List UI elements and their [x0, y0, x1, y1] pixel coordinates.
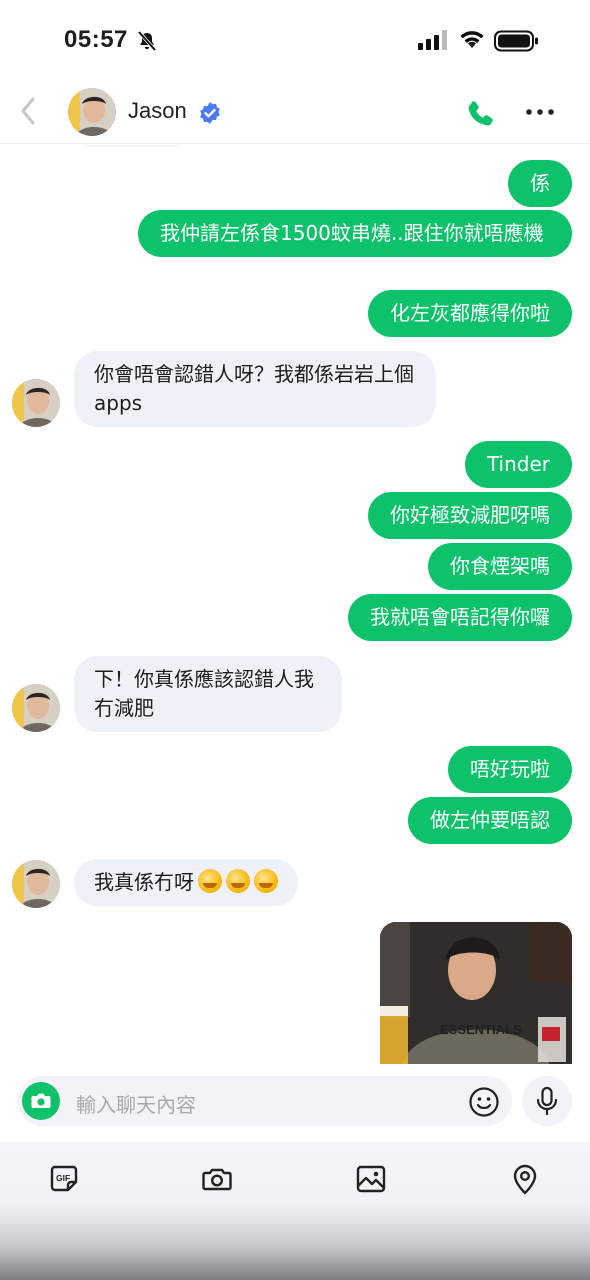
- message-text: 我真係冇呀: [94, 870, 194, 894]
- back-chevron-icon[interactable]: [14, 94, 44, 128]
- chat-messages[interactable]: 係 我仲請左係食1500蚊串燒..跟住你就唔應機 化左灰都應得你啦 你會唔會認錯…: [0, 145, 590, 1065]
- photo-shirt-text: ESSENTIALS: [440, 1022, 522, 1037]
- gif-label: GIF: [56, 1173, 70, 1183]
- message-incoming[interactable]: 你會唔會認錯人呀？我都係岩岩上個apps: [74, 351, 436, 427]
- status-time: 05:57: [64, 26, 128, 53]
- contact-avatar-small[interactable]: [12, 860, 60, 908]
- attachment-toolbar: GIF: [0, 1142, 590, 1280]
- message-incoming[interactable]: 下！你真係應該認錯人我冇減肥: [74, 656, 342, 732]
- message-outgoing[interactable]: 唔好玩啦: [448, 746, 572, 793]
- message-incoming[interactable]: 我真係冇呀: [74, 859, 298, 906]
- battery-icon: [494, 30, 538, 52]
- wifi-icon: [460, 31, 484, 48]
- location-pin-icon[interactable]: [508, 1162, 542, 1196]
- message-outgoing[interactable]: 我就唔會唔記得你囉: [348, 594, 572, 641]
- message-input[interactable]: 輸入聊天內容: [18, 1076, 512, 1126]
- melting-face-emoji: [254, 869, 278, 893]
- contact-avatar[interactable]: [68, 88, 116, 136]
- contact-avatar-small[interactable]: [12, 684, 60, 732]
- melting-face-emoji: [226, 869, 250, 893]
- message-outgoing[interactable]: 做左仲要唔認: [408, 797, 572, 844]
- message-outgoing[interactable]: 化左灰都應得你啦: [368, 290, 572, 337]
- camera-icon[interactable]: [200, 1162, 234, 1196]
- status-bar: 05:57: [0, 0, 590, 84]
- chat-header: Jason: [0, 84, 590, 144]
- phone-call-icon[interactable]: [464, 98, 496, 130]
- contact-name[interactable]: Jason: [128, 98, 187, 124]
- message-outgoing[interactable]: 你食煙架嗎: [428, 543, 572, 590]
- message-photo[interactable]: ESSENTIALS: [380, 922, 572, 1065]
- camera-button[interactable]: [22, 1082, 60, 1120]
- cellular-signal-icon: [418, 30, 447, 50]
- melting-face-emoji: [198, 869, 222, 893]
- verified-badge-icon: [200, 102, 220, 124]
- camera-icon: [31, 1093, 51, 1108]
- message-outgoing[interactable]: 我仲請左係食1500蚊串燒..跟住你就唔應機: [138, 210, 572, 257]
- smiley-icon[interactable]: [468, 1086, 500, 1118]
- input-placeholder: 輸入聊天內容: [76, 1093, 196, 1117]
- microphone-icon: [536, 1086, 558, 1116]
- contact-avatar-small[interactable]: [12, 379, 60, 427]
- bell-slash-icon: [137, 30, 157, 52]
- voice-message-button[interactable]: [522, 1076, 572, 1126]
- image-icon[interactable]: [354, 1162, 388, 1196]
- message-outgoing[interactable]: Tinder: [464, 441, 572, 488]
- message-outgoing[interactable]: 你好極致減肥呀嗎: [368, 492, 572, 539]
- more-icon[interactable]: [524, 100, 556, 124]
- gif-icon[interactable]: GIF: [47, 1162, 81, 1196]
- message-input-bar: 輸入聊天內容: [0, 1064, 590, 1144]
- previous-message-bubble: [72, 145, 192, 147]
- message-outgoing[interactable]: 係: [508, 160, 572, 207]
